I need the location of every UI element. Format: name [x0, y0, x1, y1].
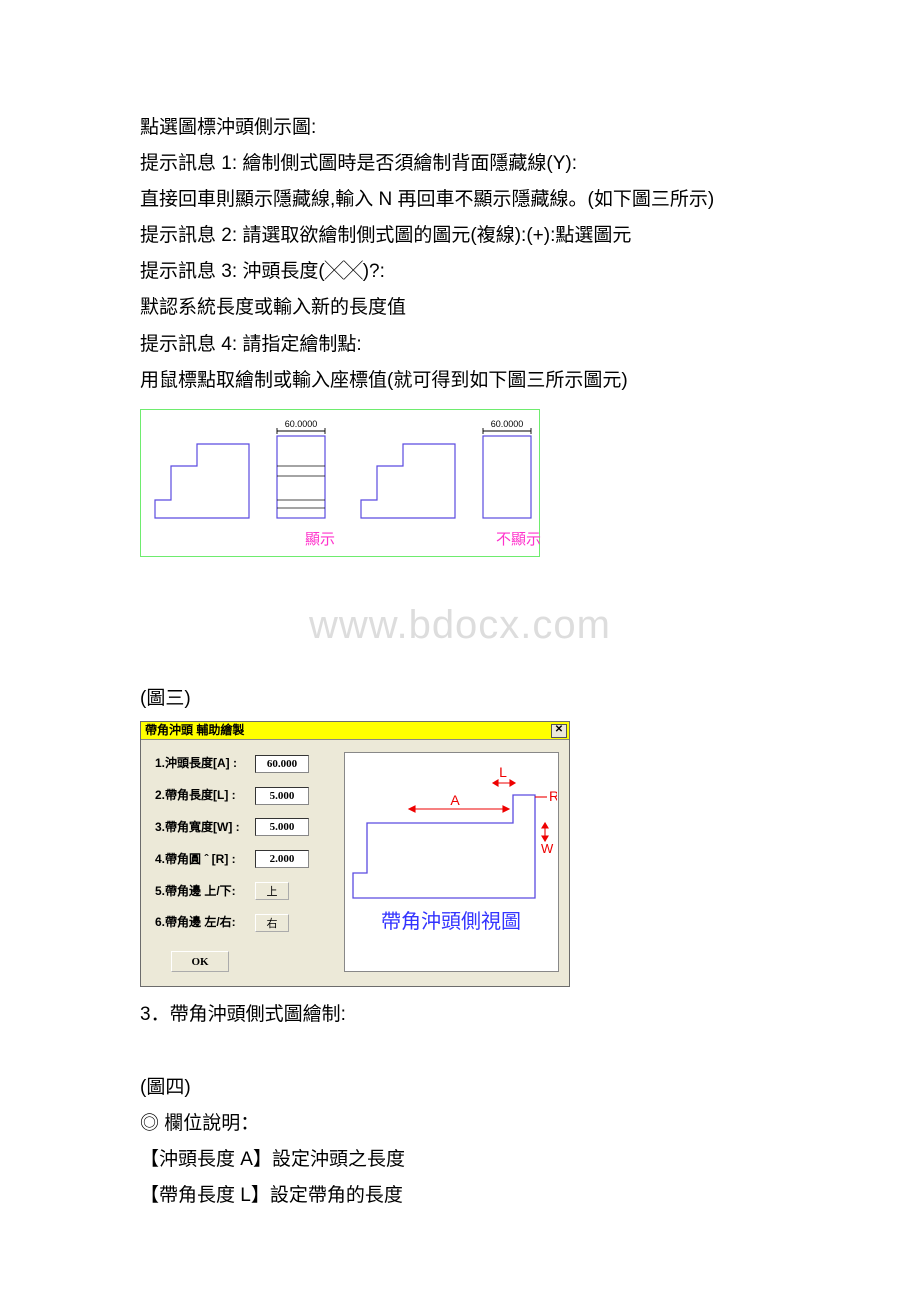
input-corner-length[interactable]	[255, 787, 309, 805]
caption-shown: 顯示	[149, 526, 335, 555]
figure-3-left-panel: 60.0000 顯示	[149, 418, 335, 555]
desc-punch-length: 【沖頭長度 A】設定沖頭之長度	[140, 1142, 780, 1178]
para-6: 默認系統長度或輸入新的長度值	[140, 290, 780, 326]
annot-W: W	[541, 841, 554, 856]
para-2: 提示訊息 1: 繪制側式圖時是否須繪制背面隱藏線(Y):	[140, 146, 780, 182]
close-icon[interactable]: ✕	[551, 724, 567, 738]
preview-caption: 帶角沖頭側視圖	[381, 910, 521, 933]
para-5: 提示訊息 3: 沖頭長度(╳╳)?:	[140, 254, 780, 290]
ok-button[interactable]: OK	[171, 951, 229, 972]
punch-side-view-hidden-icon: 60.0000	[355, 418, 541, 530]
dialog-fields: 1.沖頭長度[A] : 2.帶角長度[L] : 3.帶角寬度[W] : 4.帶角…	[155, 752, 330, 972]
figure-3-box: 60.0000 顯示 60.0	[140, 409, 540, 558]
field-desc-heading: ◎ 欄位說明：	[140, 1106, 780, 1142]
punch-side-view-shown-icon: 60.0000	[149, 418, 335, 530]
label-corner-width: 3.帶角寬度[W] :	[155, 816, 255, 839]
section-3-heading: 3．帶角沖頭側式圖繪制:	[140, 997, 780, 1033]
input-corner-width[interactable]	[255, 818, 309, 836]
para-4: 提示訊息 2: 請選取欲繪制側式圖的圖元(複線):(+):點選圖元	[140, 218, 780, 254]
annot-A: A	[450, 792, 460, 808]
dialog-titlebar: 帶角沖頭 輔助繪製 ✕	[141, 722, 569, 740]
annot-R: R	[549, 788, 557, 804]
label-corner-length: 2.帶角長度[L] :	[155, 784, 255, 807]
para-1: 點選圖標沖頭側示圖:	[140, 110, 780, 146]
input-punch-length[interactable]	[255, 755, 309, 773]
para-3: 直接回車則顯示隱藏線,輸入 N 再回車不顯示隱藏線。(如下圖三所示)	[140, 182, 780, 218]
dim-label-left: 60.0000	[285, 419, 318, 429]
dim-label-right: 60.0000	[491, 419, 524, 429]
desc-corner-length: 【帶角長度 L】設定帶角的長度	[140, 1178, 780, 1214]
figure-3-right-panel: 60.0000 不顯示	[355, 418, 541, 555]
angle-punch-preview-icon: A L R W 帶角沖頭側視圖	[345, 753, 557, 943]
dialog-title: 帶角沖頭 輔助繪製	[145, 719, 551, 742]
input-corner-radius[interactable]	[255, 850, 309, 868]
figure-3-label: (圖三)	[140, 681, 780, 717]
para-7: 提示訊息 4: 請指定繪制點:	[140, 327, 780, 363]
dialog-preview: A L R W 帶角沖頭側視圖	[344, 752, 559, 972]
label-corner-edge-ud: 5.帶角邊 上/下:	[155, 880, 255, 903]
angle-punch-dialog: 帶角沖頭 輔助繪製 ✕ 1.沖頭長度[A] : 2.帶角長度[L] : 3.帶角…	[140, 721, 570, 987]
caption-not-shown: 不顯示	[355, 526, 541, 555]
toggle-left-right[interactable]: 右	[255, 914, 289, 932]
label-corner-radius: 4.帶角圓 ˆ [R] :	[155, 848, 255, 871]
annot-L: L	[499, 764, 507, 780]
toggle-up-down[interactable]: 上	[255, 882, 289, 900]
label-corner-edge-lr: 6.帶角邊 左/右:	[155, 911, 255, 934]
para-8: 用鼠標點取繪制或輸入座標值(就可得到如下圖三所示圖元)	[140, 363, 780, 399]
watermark-text: www.bdocx.com	[140, 587, 780, 663]
figure-4-label: (圖四)	[140, 1070, 780, 1106]
label-punch-length: 1.沖頭長度[A] :	[155, 752, 255, 775]
